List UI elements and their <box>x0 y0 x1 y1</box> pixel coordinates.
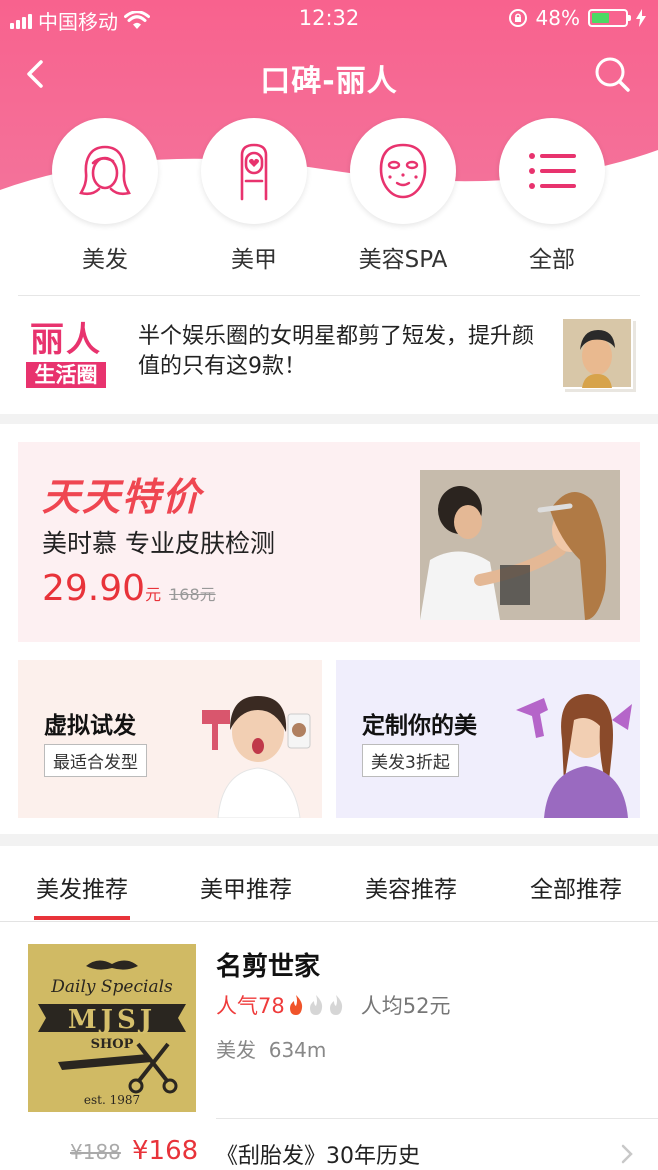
category-circle <box>350 118 456 224</box>
average-price: 人均52元 <box>360 994 451 1018</box>
section-gap <box>0 834 658 846</box>
logo-line1: 丽人 <box>30 320 102 360</box>
battery-icon <box>588 9 631 27</box>
hairdryer-woman-illustration <box>516 694 632 818</box>
shop-logo: Daily Specials MJSJ SHOP est. 1987 <box>28 944 196 1112</box>
nail-icon <box>240 143 268 201</box>
logo-est-text: est. 1987 <box>84 1093 140 1107</box>
news-headline: 半个娱乐圈的女明星都剪了短发，提升颜值的只有这9款！ <box>138 324 535 379</box>
category-hair[interactable]: 美发 <box>50 118 160 274</box>
shop-popularity: 人气78 人均52元 <box>216 990 450 1020</box>
logo-main-text: MJSJ <box>68 1005 156 1035</box>
promo-old-price: 168元 <box>169 585 216 604</box>
search-icon[interactable] <box>592 54 632 94</box>
tab-hair[interactable]: 美发推荐 <box>0 870 164 904</box>
shop-distance: 634m <box>268 1038 327 1062</box>
flame-icon <box>329 995 342 1015</box>
promo-price-value: 29.90 <box>42 568 146 609</box>
popularity-label: 人气78 <box>216 994 285 1018</box>
list-icon <box>529 153 576 189</box>
category-label: 美甲 <box>231 247 277 273</box>
shop-meta: 美发 634m <box>216 1034 326 1063</box>
logo-shop-text: SHOP <box>91 1037 134 1052</box>
section-gap <box>0 414 658 424</box>
custom-beauty-card[interactable]: 定制你的美 美发3折起 <box>336 660 640 818</box>
promo-price-unit: 元 <box>145 585 162 604</box>
face-mask-icon <box>379 143 427 199</box>
promo-title: 天天特价 <box>42 475 203 519</box>
promo-price: 29.90元 168元 <box>42 568 216 609</box>
hair-icon <box>79 145 131 196</box>
surprised-woman-illustration <box>202 696 311 818</box>
nav-bar: 口碑-丽人 <box>0 44 658 104</box>
lifestyle-logo: 丽人 生活圈 <box>26 322 106 388</box>
divider <box>216 1118 658 1119</box>
charging-icon <box>636 9 646 27</box>
logo-top-text: Daily Specials <box>50 977 173 997</box>
active-tab-indicator <box>34 916 130 920</box>
category-all[interactable]: 全部 <box>497 118 607 274</box>
status-right: 48% <box>508 6 646 30</box>
flame-icon <box>309 995 322 1015</box>
category-label: 全部 <box>529 247 575 273</box>
tab-all[interactable]: 全部推荐 <box>494 870 658 904</box>
tab-beauty[interactable]: 美容推荐 <box>329 870 493 904</box>
battery-percent: 48% <box>535 6 580 30</box>
category-circle <box>499 118 605 224</box>
virtual-hair-card[interactable]: 虚拟试发 最适合发型 <box>18 660 322 818</box>
category-circle <box>201 118 307 224</box>
news-item[interactable]: 丽人 生活圈 半个娱乐圈的女明星都剪了短发，提升颜值的只有这9款！ <box>0 296 658 414</box>
page: 中国移动 12:32 48% 口碑-丽人 美发 美甲 美容SPA 全部 丽人 生… <box>0 0 658 1170</box>
recommend-tabs: 美发推荐 美甲推荐 美容推荐 全部推荐 <box>0 848 658 922</box>
shop-name: 名剪世家 <box>216 952 321 982</box>
page-title: 口碑-丽人 <box>260 64 398 99</box>
logo-line2: 生活圈 <box>26 362 106 388</box>
category-label: 美容SPA <box>358 247 448 273</box>
category-nail[interactable]: 美甲 <box>199 118 309 274</box>
chevron-right-icon <box>621 1144 633 1164</box>
card-tag: 最适合发型 <box>44 744 147 777</box>
flame-icon <box>289 995 302 1015</box>
tab-nail[interactable]: 美甲推荐 <box>164 870 328 904</box>
shop-deal[interactable]: ¥188 ¥168 《刮胎发》30年历史 <box>0 1136 658 1170</box>
category-row: 美发 美甲 美容SPA 全部 <box>0 118 658 278</box>
deal-price: ¥168 <box>132 1136 199 1166</box>
skin-check-photo <box>420 470 620 620</box>
deal-description: 《刮胎发》30年历史 <box>216 1144 420 1169</box>
status-bar: 中国移动 12:32 48% <box>0 0 658 38</box>
rotation-lock-icon <box>508 9 527 27</box>
news-thumbnail <box>562 318 636 392</box>
deal-old-price: ¥188 <box>70 1140 121 1164</box>
promo-subtitle: 美时慕 专业皮肤检测 <box>42 529 275 558</box>
card-title: 虚拟试发 <box>44 713 136 739</box>
daily-deal-banner[interactable]: 天天特价 美时慕 专业皮肤检测 29.90元 168元 <box>18 442 640 642</box>
category-spa[interactable]: 美容SPA <box>348 118 458 274</box>
category-circle <box>52 118 158 224</box>
card-title: 定制你的美 <box>362 713 477 739</box>
card-tag: 美发3折起 <box>362 744 459 777</box>
shop-list-item[interactable]: Daily Specials MJSJ SHOP est. 1987 名剪世家 … <box>0 922 658 1170</box>
shop-category: 美发 <box>216 1038 256 1062</box>
category-label: 美发 <box>82 247 128 273</box>
